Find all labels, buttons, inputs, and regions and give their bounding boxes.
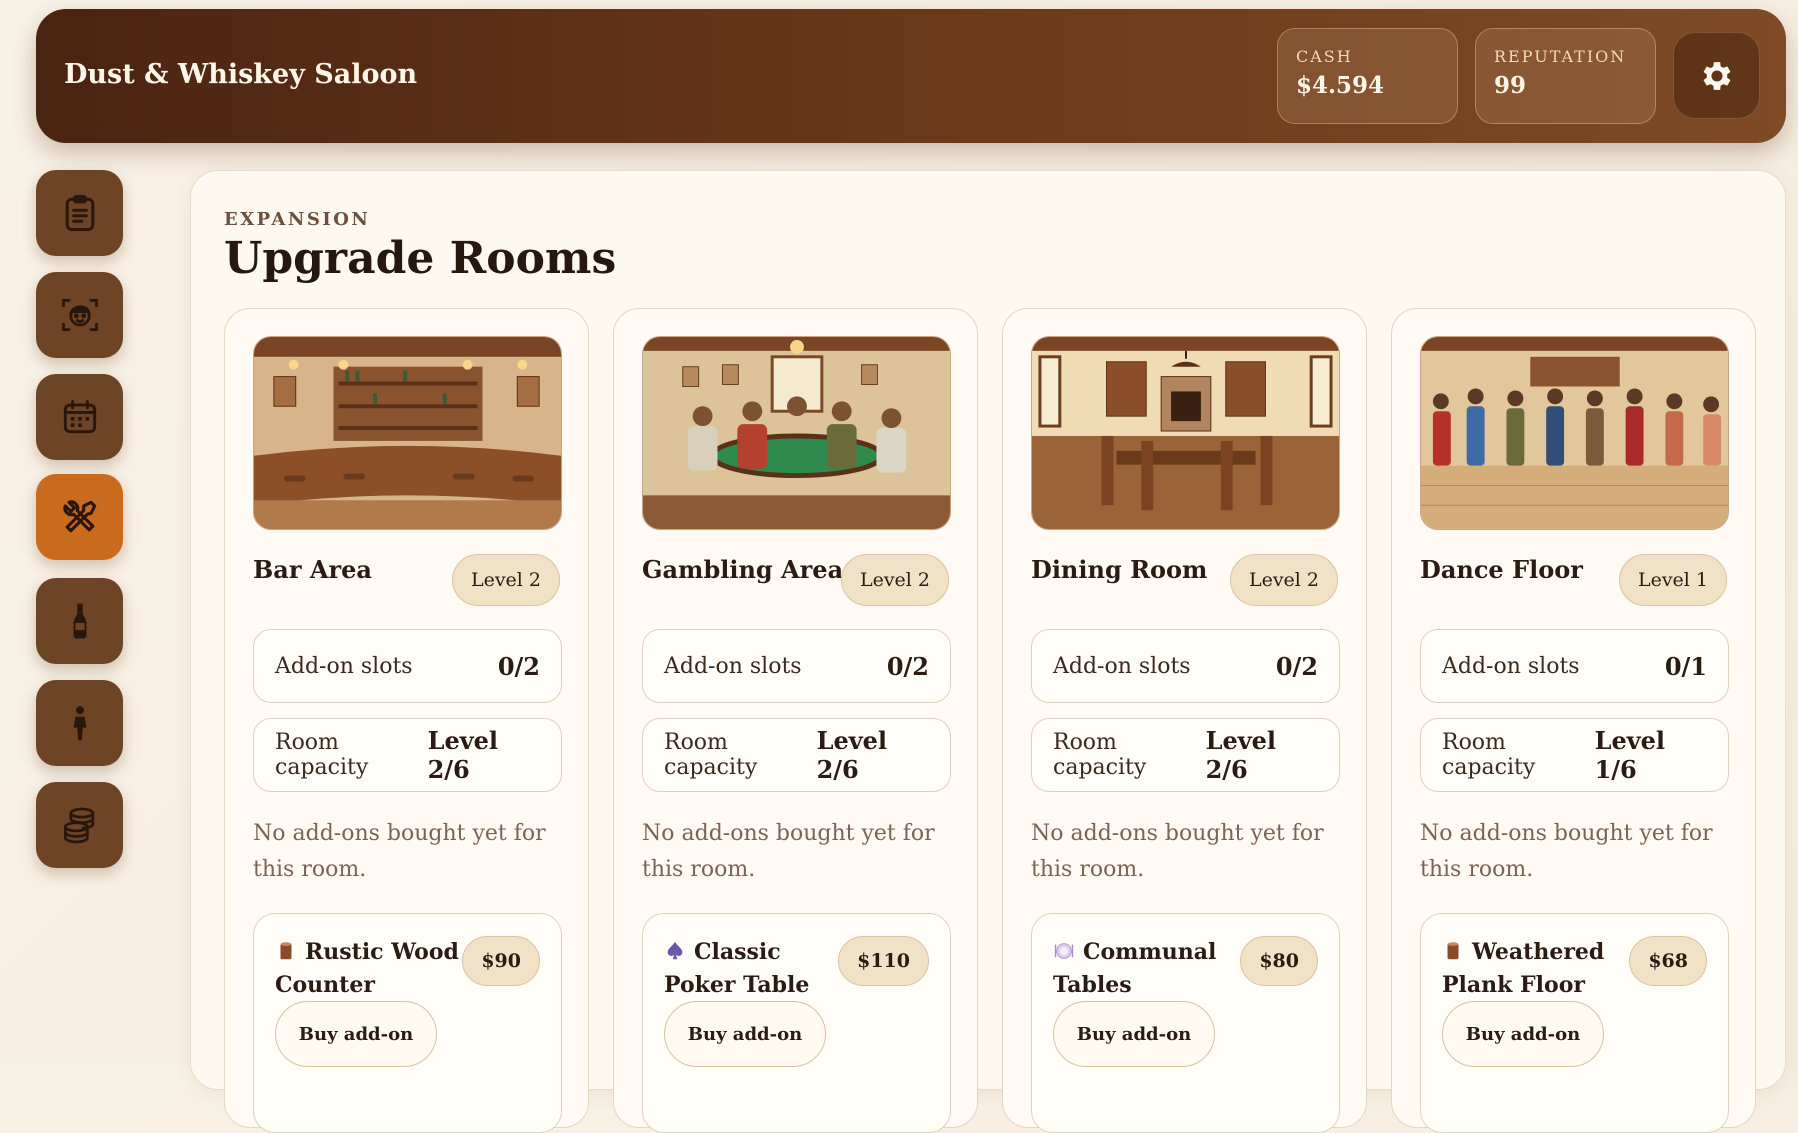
addon-slots-row: Add-on slots 0/2 — [642, 629, 951, 703]
wood-log-icon — [280, 942, 292, 960]
room-card-dance-floor: Dance Floor Level 1 Add-on slots 0/1 Roo… — [1391, 308, 1756, 1133]
dance-floor-image — [1420, 336, 1729, 530]
dining-room-image — [1031, 336, 1340, 530]
room-name: Dining Room — [1031, 555, 1208, 584]
addon-name-text: Weathered Plank Floor — [1442, 939, 1605, 998]
addon-offer: Weathered Plank Floor $68 Buy add-on — [1420, 913, 1729, 1133]
addon-name: Rustic Wood Counter — [275, 936, 465, 1002]
addon-slots-value: 0/2 — [1275, 651, 1318, 681]
addon-name: Communal Tables — [1053, 936, 1243, 1002]
addon-slots-label: Add-on slots — [1053, 653, 1191, 679]
room-level-badge: Level 2 — [1229, 554, 1338, 606]
addon-offer: Classic Poker Table $110 Buy add-on — [642, 913, 951, 1133]
gear-icon — [1703, 61, 1730, 90]
top-bar: Dust & Whiskey Saloon CASH $4.594 REPUTA… — [36, 9, 1786, 143]
buy-addon-button[interactable]: Buy add-on — [1442, 1001, 1604, 1067]
addon-slots-row: Add-on slots 0/2 — [1031, 629, 1340, 703]
bottle-icon — [73, 603, 86, 639]
cash-stat: CASH $4.594 — [1277, 28, 1458, 124]
room-capacity-label: Room capacity — [664, 730, 758, 780]
cash-value: $4.594 — [1296, 72, 1385, 99]
addon-name: Weathered Plank Floor — [1442, 936, 1632, 1002]
room-level-badge: Level 2 — [840, 554, 949, 606]
nav-reports-button[interactable] — [36, 170, 123, 256]
room-capacity-value: Level 2/6 — [816, 726, 888, 784]
addon-slots-value: 0/2 — [886, 651, 929, 681]
no-addons-message: No add-ons bought yet for this room. — [1031, 821, 1324, 882]
room-capacity-row: Room capacity Level 1/6 — [1420, 718, 1729, 792]
addon-name-text: Communal Tables — [1053, 939, 1217, 998]
nav-finances-button[interactable] — [36, 782, 123, 868]
spade-icon — [667, 941, 683, 960]
addon-slots-row: Add-on slots 0/1 — [1420, 629, 1729, 703]
addon-slots-row: Add-on slots 0/2 — [253, 629, 562, 703]
no-addons-message: No add-ons bought yet for this room. — [642, 821, 935, 882]
room-capacity-row: Room capacity Level 2/6 — [642, 718, 951, 792]
room-capacity-row: Room capacity Level 2/6 — [1031, 718, 1340, 792]
room-capacity-value: Level 1/6 — [1594, 726, 1666, 784]
room-capacity-label: Room capacity — [275, 730, 369, 780]
clipboard-icon — [65, 195, 94, 231]
room-capacity-label: Room capacity — [1053, 730, 1147, 780]
page-title: Upgrade Rooms — [224, 233, 617, 284]
coins-icon — [63, 807, 94, 844]
section-kicker: EXPANSION — [224, 209, 371, 230]
addon-slots-value: 0/1 — [1664, 651, 1707, 681]
bar-area-image — [253, 336, 562, 530]
person-icon — [73, 706, 86, 741]
no-addons-message: No add-ons bought yet for this room. — [253, 821, 546, 882]
addon-slots-value: 0/2 — [497, 651, 540, 681]
nav-staff-button[interactable] — [36, 272, 123, 358]
room-level-badge: Level 2 — [451, 554, 560, 606]
upgrade-rooms-panel: EXPANSION Upgrade Rooms Bar Area Level 2… — [190, 170, 1786, 1133]
calendar-icon — [63, 399, 96, 434]
addon-slots-label: Add-on slots — [1442, 653, 1580, 679]
gambling-area-image — [642, 336, 951, 530]
reputation-label: REPUTATION — [1494, 47, 1627, 66]
buy-addon-button[interactable]: Buy add-on — [1053, 1001, 1215, 1067]
addon-name-text: Rustic Wood Counter — [275, 939, 459, 998]
nav-upgrades-button[interactable] — [36, 474, 123, 560]
addon-name: Classic Poker Table — [664, 936, 854, 1002]
app-title: Dust & Whiskey Saloon — [64, 59, 418, 90]
room-name: Dance Floor — [1420, 555, 1583, 584]
room-card-gambling-area: Gambling Area Level 2 Add-on slots 0/2 R… — [613, 308, 978, 1133]
addon-slots-label: Add-on slots — [664, 653, 802, 679]
addon-slots-label: Add-on slots — [275, 653, 413, 679]
nav-patrons-button[interactable] — [36, 680, 123, 766]
addon-price: $110 — [838, 936, 929, 986]
room-level-badge: Level 1 — [1618, 554, 1727, 606]
addon-price: $80 — [1240, 936, 1318, 986]
addon-price: $90 — [462, 936, 540, 986]
addon-offer: Communal Tables $80 Buy add-on — [1031, 913, 1340, 1133]
room-capacity-label: Room capacity — [1442, 730, 1536, 780]
tools-icon — [62, 500, 96, 533]
room-capacity-value: Level 2/6 — [427, 726, 499, 784]
buy-addon-button[interactable]: Buy add-on — [664, 1001, 826, 1067]
room-name: Gambling Area — [642, 555, 844, 584]
no-addons-message: No add-ons bought yet for this room. — [1420, 821, 1713, 882]
addon-offer: Rustic Wood Counter $90 Buy add-on — [253, 913, 562, 1133]
room-card-dining-room: Dining Room Level 2 Add-on slots 0/2 Roo… — [1002, 308, 1367, 1133]
addon-price: $68 — [1629, 936, 1707, 986]
reputation-value: 99 — [1494, 72, 1527, 99]
plate-icon — [1054, 943, 1074, 959]
nav-schedule-button[interactable] — [36, 374, 123, 460]
room-capacity-row: Room capacity Level 2/6 — [253, 718, 562, 792]
room-capacity-value: Level 2/6 — [1205, 726, 1277, 784]
buy-addon-button[interactable]: Buy add-on — [275, 1001, 437, 1067]
settings-button[interactable] — [1673, 32, 1760, 119]
nav-drinks-button[interactable] — [36, 578, 123, 664]
room-name: Bar Area — [253, 555, 372, 584]
reputation-stat: REPUTATION 99 — [1475, 28, 1656, 124]
cash-label: CASH — [1296, 47, 1353, 66]
wood-log-icon — [1447, 942, 1459, 960]
staff-face-icon — [61, 298, 98, 332]
room-card-bar-area: Bar Area Level 2 Add-on slots 0/2 Room c… — [224, 308, 589, 1133]
